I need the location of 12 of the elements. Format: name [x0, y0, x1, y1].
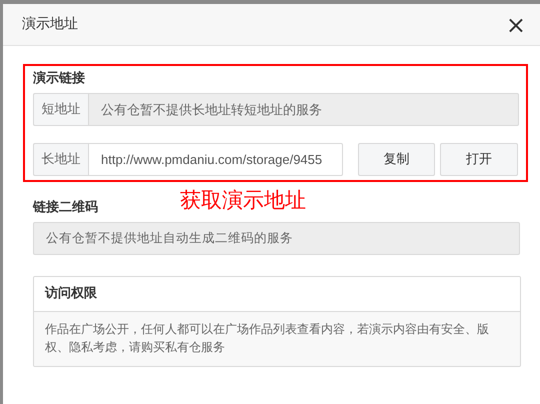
- field-addon: 长地址: [33, 143, 88, 176]
- action-button[interactable]: 打开: [440, 143, 518, 176]
- field-addon: 短地址: [33, 93, 88, 126]
- annotation-text: 获取演示地址: [180, 187, 306, 214]
- section-label: 链接二维码: [33, 198, 98, 217]
- dialog-title: 演示地址: [22, 15, 78, 34]
- address-field[interactable]: http://www.pmdaniu.com/storage/9455: [88, 143, 343, 176]
- close-button[interactable]: ×: [506, 12, 526, 36]
- action-button[interactable]: 复制: [358, 143, 436, 176]
- card-title: 访问权限: [34, 277, 520, 312]
- section-label: 演示链接: [33, 70, 86, 88]
- card-text: 作品在广场公开，任何人都可以在广场作品列表查看内容，若演示内容由有安全、版权、隐私考虑，请购买私有仓服务: [45, 321, 490, 356]
